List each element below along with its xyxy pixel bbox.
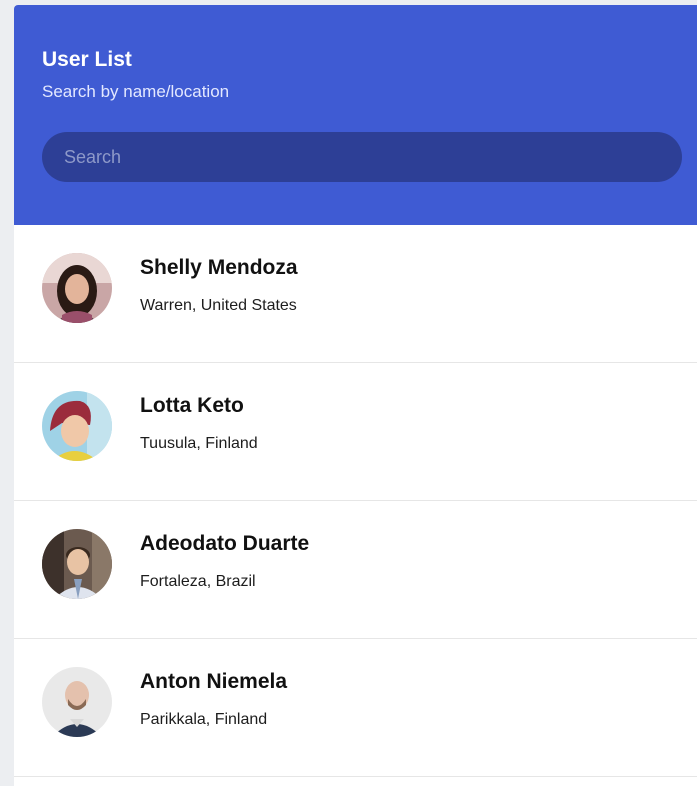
- user-location: Warren, United States: [140, 297, 297, 314]
- user-location: Tuusula, Finland: [140, 435, 258, 452]
- search-bar[interactable]: [42, 132, 682, 182]
- user-name: Anton Niemela: [140, 670, 288, 693]
- user-photo-icon: [42, 667, 112, 737]
- user-photo-icon: [42, 391, 112, 461]
- avatar: [42, 391, 112, 461]
- avatar: [42, 529, 112, 599]
- list-item[interactable]: Lotta Keto Tuusula, Finland: [14, 363, 697, 501]
- user-photo-icon: [42, 253, 112, 323]
- user-photo-icon: [42, 529, 112, 599]
- avatar: [42, 667, 112, 737]
- user-location: Fortaleza, Brazil: [140, 573, 256, 590]
- user-list: Shelly Mendoza Warren, United States Lot…: [14, 225, 697, 777]
- user-name: Adeodato Duarte: [140, 532, 310, 555]
- page-title: User List: [42, 48, 132, 71]
- user-name: Shelly Mendoza: [140, 256, 298, 279]
- user-location: Parikkala, Finland: [140, 711, 268, 728]
- avatar: [42, 253, 112, 323]
- user-name: Lotta Keto: [140, 394, 244, 417]
- search-input[interactable]: [42, 132, 682, 182]
- header: User List Search by name/location: [14, 5, 697, 225]
- page-subtitle: Search by name/location: [42, 82, 230, 101]
- list-item[interactable]: Anton Niemela Parikkala, Finland: [14, 639, 697, 777]
- list-item[interactable]: Shelly Mendoza Warren, United States: [14, 225, 697, 363]
- list-item[interactable]: Adeodato Duarte Fortaleza, Brazil: [14, 501, 697, 639]
- user-list-app: User List Search by name/location Shelly…: [14, 5, 697, 786]
